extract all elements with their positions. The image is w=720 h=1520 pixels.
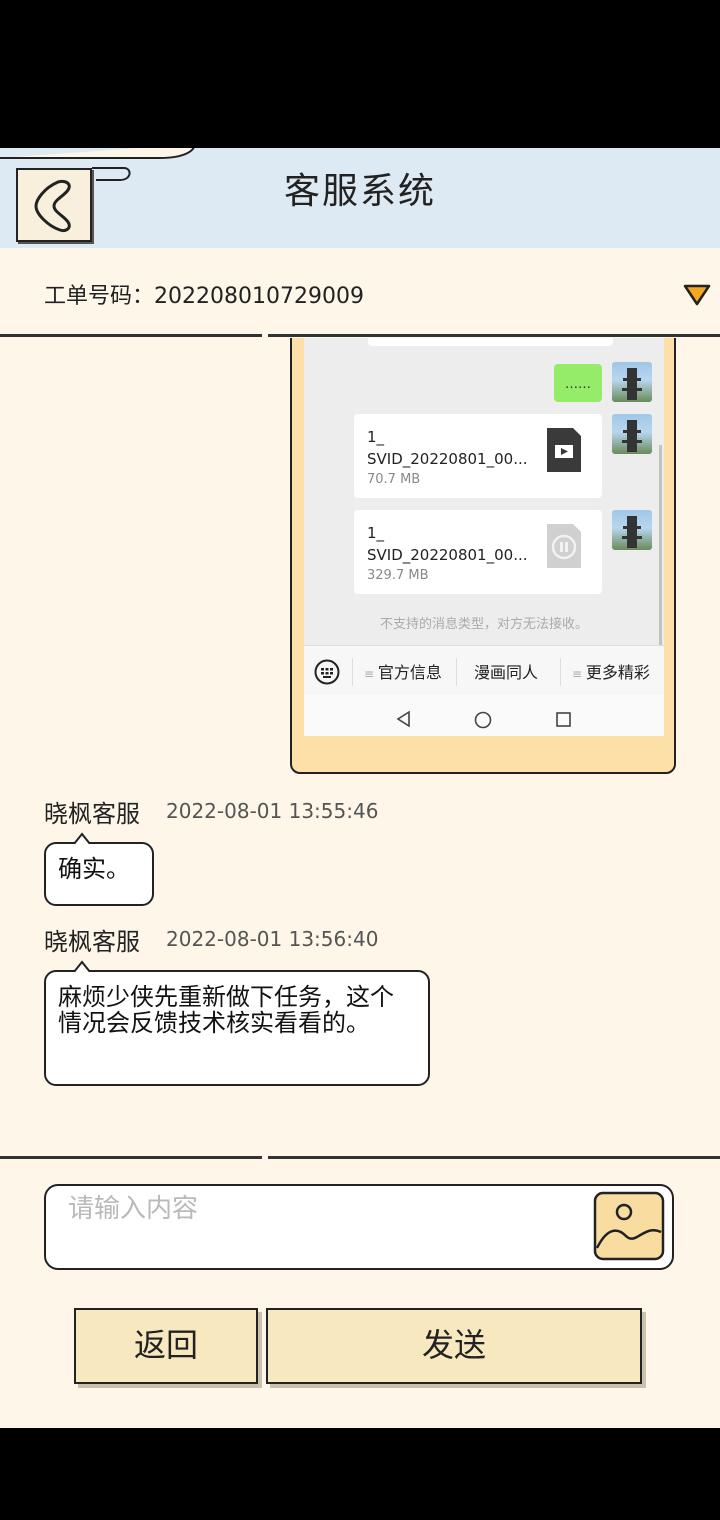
screenshot-green-bubble: …… bbox=[554, 364, 602, 402]
screenshot-scrollbar bbox=[659, 445, 662, 645]
screenshot-menu-item: 漫画同人 bbox=[474, 663, 539, 682]
image-message[interactable]: …… 1_ SVID_20220801_00... 70.7 MB 1_ SVID_… bbox=[290, 338, 676, 774]
message-time: 2022-08-01 13:55:46 bbox=[166, 799, 379, 823]
ticket-number: 202208010729009 bbox=[154, 284, 364, 309]
unsupported-message-note: 不支持的消息类型，对方无法接收。 bbox=[379, 617, 588, 632]
ticket-number-row: 工单号码：202208010729009 bbox=[44, 278, 364, 310]
nav-recents-icon bbox=[556, 712, 571, 727]
screenshot-menu-item: ≡ 更多精彩 bbox=[572, 663, 650, 682]
dropdown-triangle-icon[interactable] bbox=[682, 282, 712, 308]
message-time: 2022-08-01 13:56:40 bbox=[166, 927, 379, 951]
message-input-box[interactable] bbox=[44, 1184, 674, 1270]
message-input[interactable] bbox=[66, 1190, 570, 1228]
bubble-tail bbox=[74, 960, 90, 972]
file-size: 70.7 MB bbox=[367, 472, 421, 487]
avatar bbox=[612, 510, 652, 550]
page-title: 客服系统 bbox=[283, 171, 436, 212]
bubble-tail bbox=[74, 832, 90, 844]
screenshot-nav-bar bbox=[304, 695, 664, 736]
file-size: 329.7 MB bbox=[367, 568, 429, 583]
chat-area[interactable]: …… 1_ SVID_20220801_00... 70.7 MB 1_ SVID_… bbox=[0, 338, 720, 1156]
file-name: 1_ SVID_20220801_00... bbox=[367, 428, 528, 468]
message-bubble[interactable]: 麻烦少侠先重新做下任务，这个情况会反馈技术核实看看的。 bbox=[44, 970, 430, 1086]
divider-top bbox=[0, 334, 720, 337]
paused-file-icon bbox=[547, 524, 581, 568]
avatar bbox=[612, 362, 652, 402]
divider-bottom bbox=[0, 1156, 720, 1159]
screenshot-menu-bar: ≡ 官方信息 漫画同人 ≡ 更多精彩 bbox=[304, 645, 664, 696]
ticket-label: 工单号码： bbox=[44, 284, 155, 309]
nav-home-icon bbox=[474, 711, 492, 729]
image-upload-icon[interactable] bbox=[592, 1190, 666, 1262]
screenshot-card-fragment bbox=[368, 338, 613, 346]
keyboard-icon bbox=[314, 659, 340, 685]
sender-name: 晓枫客服 bbox=[44, 928, 140, 956]
nav-back-icon bbox=[396, 711, 410, 727]
dropdown-triangle-shape bbox=[683, 284, 711, 306]
sender-name: 晓枫客服 bbox=[44, 800, 140, 828]
video-file-icon bbox=[547, 428, 581, 472]
avatar bbox=[612, 414, 652, 454]
return-button[interactable]: 返回 bbox=[74, 1308, 258, 1384]
send-button[interactable]: 发送 bbox=[266, 1308, 642, 1384]
header: 客服系统 bbox=[0, 148, 720, 248]
message-bubble[interactable]: 确实。 bbox=[44, 842, 154, 906]
system-bottom-bar bbox=[0, 1428, 720, 1520]
screenshot-menu-item: ≡ 官方信息 bbox=[364, 663, 442, 682]
app-screen: 客服系统 工单号码：202208010729009 …… 1_ SVID_2022… bbox=[0, 148, 720, 1428]
file-card: 1_ SVID_20220801_00... 70.7 MB bbox=[354, 414, 602, 498]
file-name: 1_ SVID_20220801_00... bbox=[367, 524, 528, 564]
file-card: 1_ SVID_20220801_00... 329.7 MB bbox=[354, 510, 602, 594]
screenshot-image: …… 1_ SVID_20220801_00... 70.7 MB 1_ SVID_… bbox=[304, 338, 664, 736]
